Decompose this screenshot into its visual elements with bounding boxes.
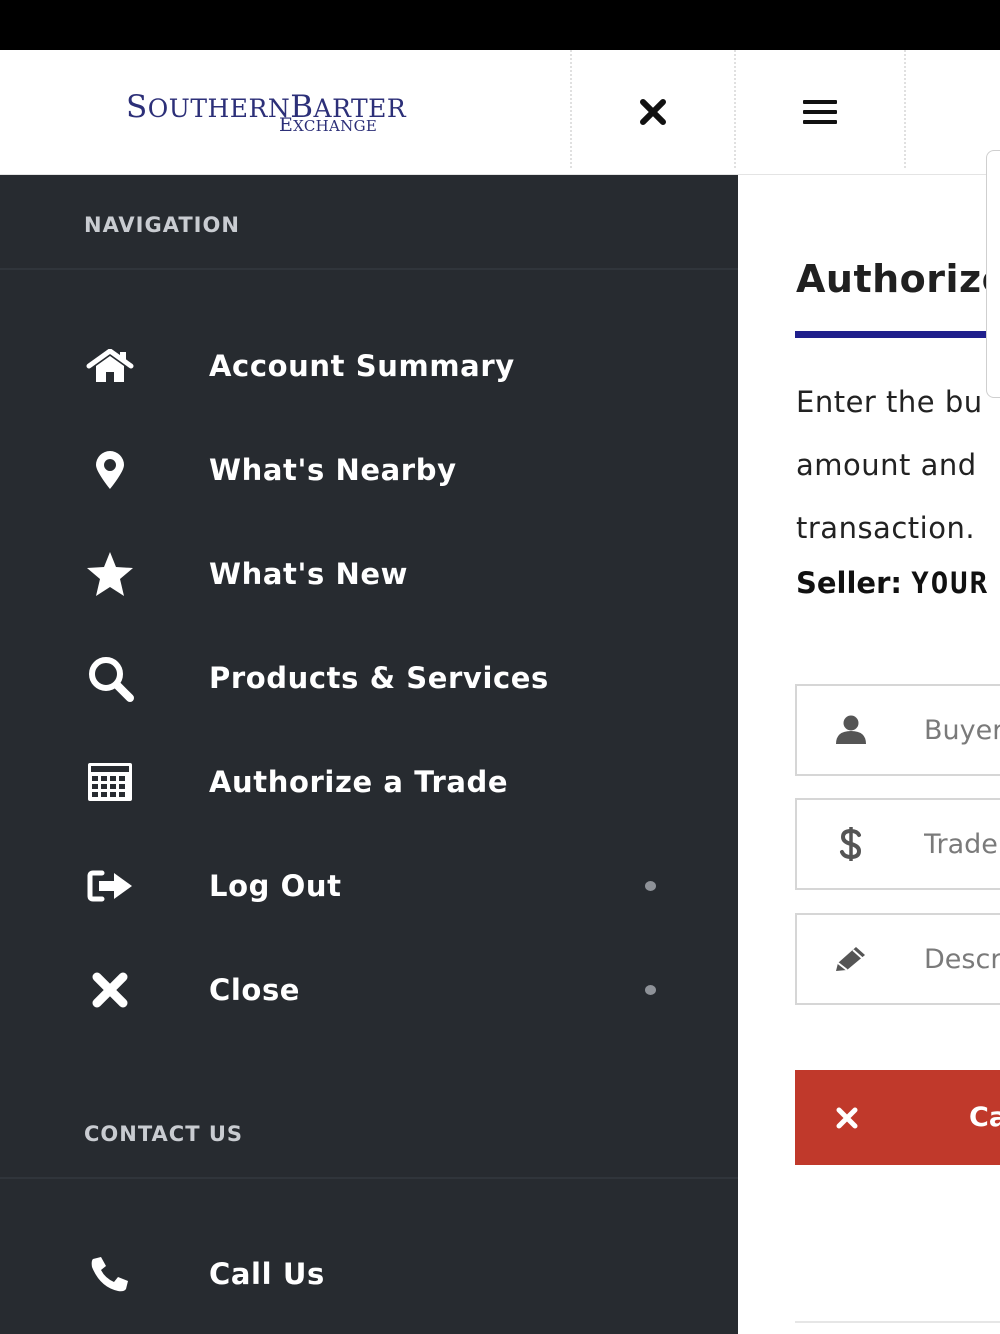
hamburger-menu-button[interactable]	[736, 50, 904, 174]
header-separator	[904, 50, 906, 168]
dollar-icon	[827, 800, 875, 888]
section-divider	[795, 1321, 1000, 1323]
nav-item-label: Products & Services	[209, 661, 549, 695]
nav-item-products-services[interactable]: Products & Services	[0, 626, 738, 730]
nav-item-label: Log Out	[209, 869, 342, 903]
nav-item-authorize-trade[interactable]: Authorize a Trade	[0, 730, 738, 834]
seller-value: YOUR	[911, 566, 990, 600]
section-divider	[0, 1177, 738, 1179]
calculator-icon	[82, 730, 138, 834]
nav-item-label: What's Nearby	[209, 453, 457, 487]
phone-icon	[82, 1222, 138, 1326]
indicator-dot	[645, 985, 656, 995]
logout-icon	[82, 834, 138, 938]
nav-item-close[interactable]: Close	[0, 938, 738, 1042]
description-input[interactable]	[924, 937, 1000, 981]
nav-item-call-us[interactable]: Call Us	[0, 1222, 738, 1326]
status-bar	[0, 0, 1000, 50]
nav-item-log-out[interactable]: Log Out	[0, 834, 738, 938]
app-header: SOUTHERNBARTER EXCHANGE	[0, 50, 1000, 175]
page-title: Authorize	[796, 257, 1000, 301]
trade-amount-field[interactable]	[795, 798, 1000, 890]
user-icon	[827, 686, 875, 774]
seller-line: Seller: YOUR	[796, 566, 989, 600]
indicator-dot	[645, 881, 656, 891]
nav-item-label: Account Summary	[209, 349, 515, 383]
pencil-icon	[827, 915, 875, 1003]
title-underline	[795, 331, 1000, 338]
description-field[interactable]	[795, 913, 1000, 1005]
scroll-handle[interactable]	[986, 150, 1000, 398]
navigation-drawer: NAVIGATION Account Summary What's Nearby…	[0, 175, 738, 1334]
authorize-trade-panel: Authorize Enter the bu amount and transa…	[738, 175, 1000, 1334]
close-icon	[82, 938, 138, 1042]
nav-item-label: What's New	[209, 557, 409, 591]
close-icon	[835, 1070, 859, 1165]
navigation-heading: NAVIGATION	[84, 213, 240, 237]
section-divider	[0, 268, 738, 270]
nav-item-label: Close	[209, 973, 301, 1007]
nav-item-whats-nearby[interactable]: What's Nearby	[0, 418, 738, 522]
contact-heading: CONTACT US	[84, 1122, 244, 1146]
nav-item-label: Authorize a Trade	[209, 765, 509, 799]
instructions-text: Enter the bu amount and transaction.	[796, 385, 983, 545]
star-icon	[82, 522, 138, 626]
map-pin-icon	[82, 418, 138, 522]
cancel-button-label: Ca	[969, 1102, 1000, 1133]
buyer-input[interactable]	[924, 708, 1000, 752]
trade-amount-input[interactable]	[924, 822, 1000, 866]
cancel-button[interactable]: Ca	[795, 1070, 1000, 1165]
nav-item-whats-new[interactable]: What's New	[0, 522, 738, 626]
nav-item-account-summary[interactable]: Account Summary	[0, 314, 738, 418]
seller-label: Seller:	[796, 566, 903, 600]
home-icon	[82, 314, 138, 418]
close-icon	[640, 99, 666, 125]
southern-barter-logo[interactable]: SOUTHERNBARTER EXCHANGE	[126, 92, 406, 135]
search-icon	[82, 626, 138, 730]
nav-item-label: Call Us	[209, 1257, 325, 1291]
close-menu-button[interactable]	[572, 50, 734, 174]
buyer-field[interactable]	[795, 684, 1000, 776]
hamburger-menu-icon	[803, 100, 837, 124]
